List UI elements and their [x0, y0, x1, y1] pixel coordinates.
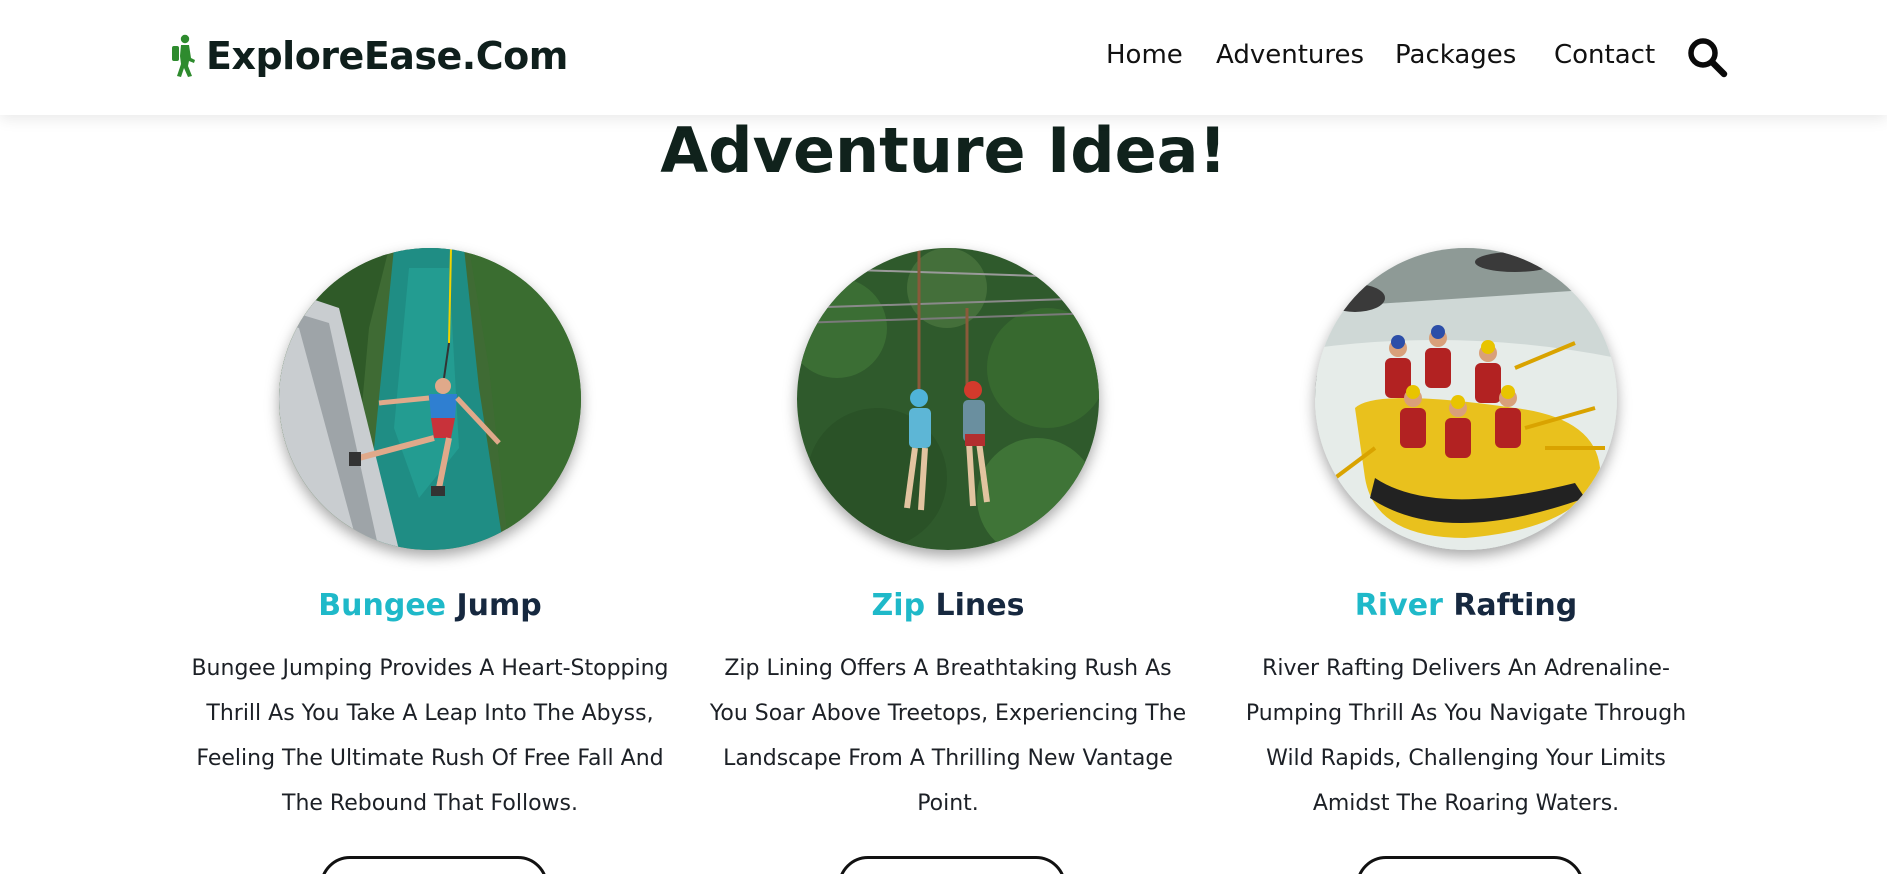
nav-home[interactable]: Home — [1106, 40, 1183, 70]
card-button[interactable] — [320, 856, 548, 874]
card-description: River Rafting Delivers An Adrenaline-Pum… — [1245, 656, 1687, 816]
card-title-rest: Jump — [446, 588, 542, 623]
brand-logo[interactable]: ExploreEase.Com — [168, 34, 568, 78]
card-title-accent: River — [1354, 588, 1443, 623]
bungee-jump-photo — [279, 248, 581, 550]
nav-adventures[interactable]: Adventures — [1216, 40, 1364, 70]
nav-contact[interactable]: Contact — [1554, 40, 1655, 70]
card-title-rest: Lines — [925, 588, 1025, 623]
brand-name: ExploreEase.Com — [206, 34, 568, 78]
card-title: Zip Lines — [698, 588, 1198, 623]
section-title: Adventure Idea! — [660, 114, 1227, 187]
card-button[interactable] — [1356, 856, 1584, 874]
navbar: ExploreEase.Com Home Adventures Packages… — [0, 0, 1887, 115]
hiker-icon — [172, 34, 195, 77]
nav-packages[interactable]: Packages — [1395, 40, 1516, 70]
river-rafting-photo — [1315, 248, 1617, 550]
card-title-accent: Bungee — [318, 588, 447, 623]
card-title-rest: Rafting — [1442, 588, 1578, 623]
card-title: Bungee Jump — [180, 588, 680, 623]
card-title-accent: Zip — [871, 588, 926, 623]
zip-line-photo — [797, 248, 1099, 550]
card-description: Bungee Jumping Provides A Heart-Stopping… — [191, 656, 669, 816]
search-icon[interactable] — [1686, 36, 1728, 78]
card-title: River Rafting — [1216, 588, 1716, 623]
card-button[interactable] — [838, 856, 1066, 874]
card-description: Zip Lining Offers A Breathtaking Rush As… — [709, 656, 1187, 816]
